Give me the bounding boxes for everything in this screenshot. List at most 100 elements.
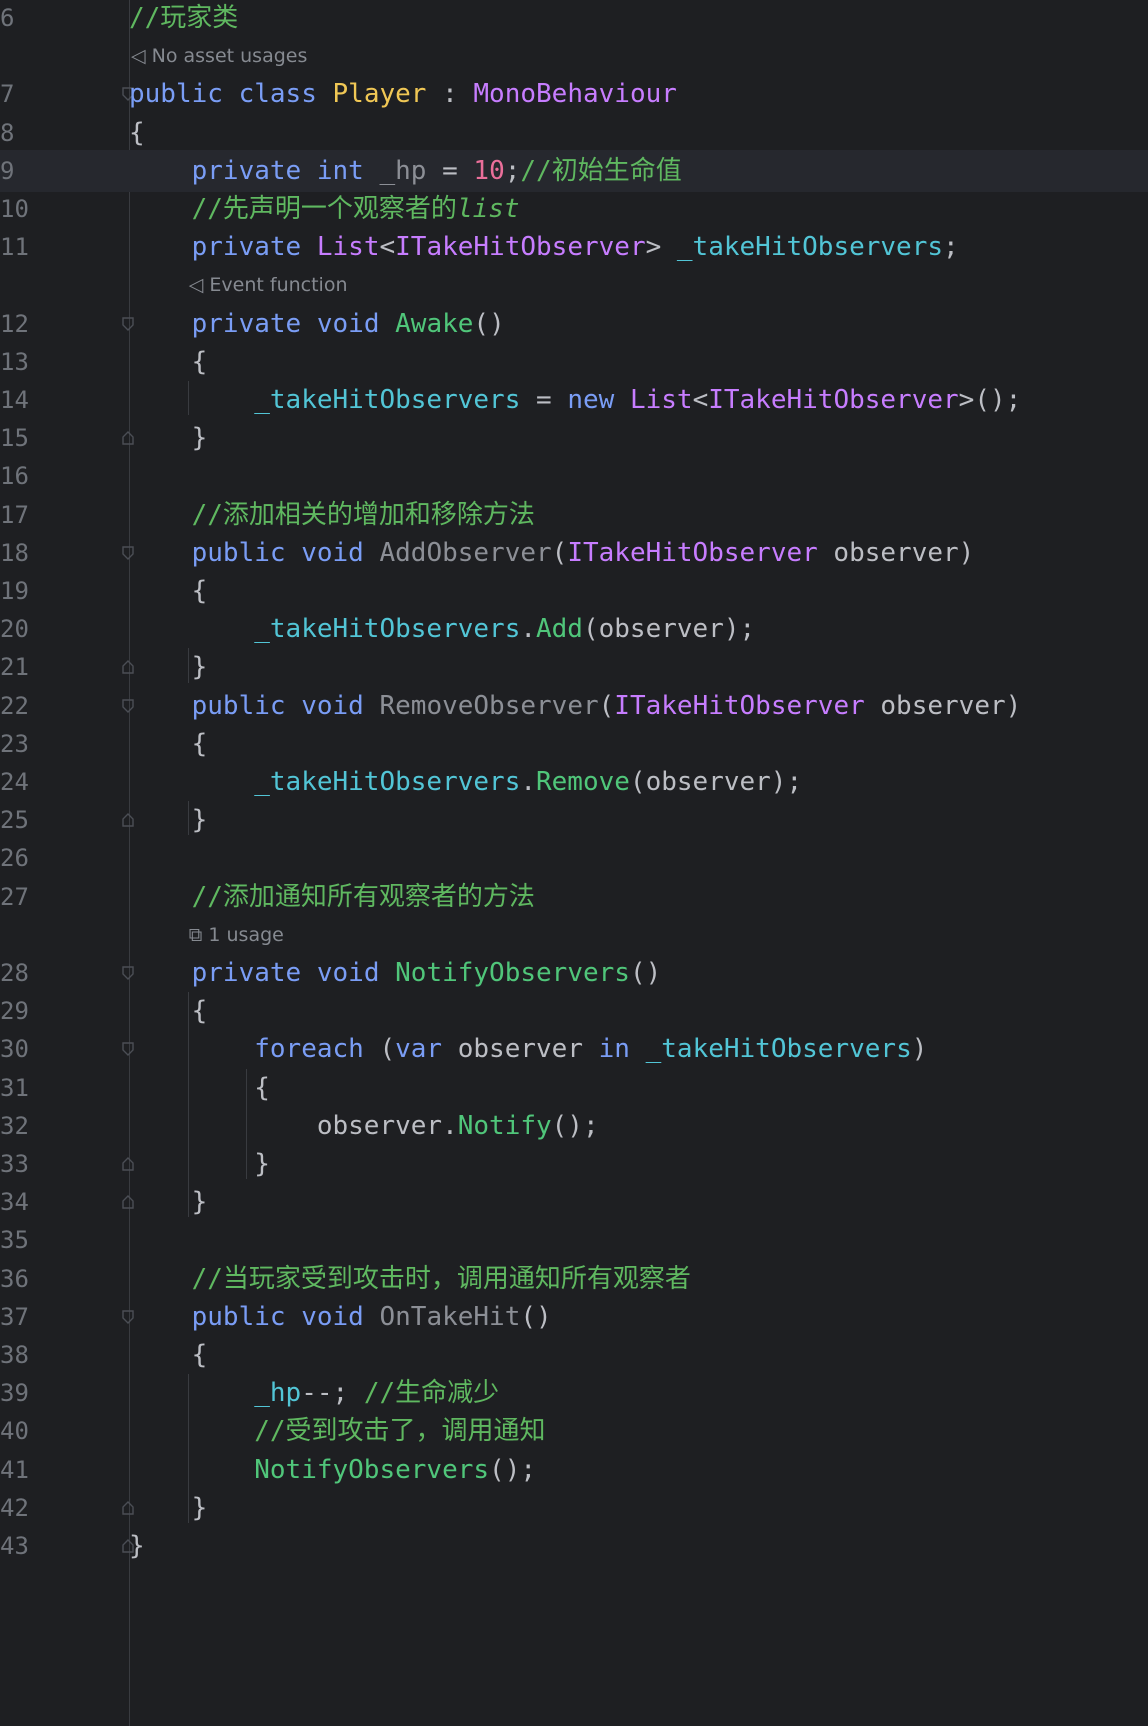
- code-line[interactable]: 26: [0, 837, 1148, 879]
- code-token: new: [567, 385, 615, 415]
- code-token: .: [520, 767, 536, 797]
- indent-guide: [187, 648, 189, 683]
- code-text: }: [129, 1149, 270, 1179]
- unity-icon: ◁: [188, 274, 204, 297]
- code-text: private int _hp = 10;//初始生命值: [129, 156, 682, 186]
- code-line[interactable]: 31 {: [0, 1067, 1148, 1109]
- line-number: 32: [0, 1111, 29, 1140]
- code-line[interactable]: 22 public void RemoveObserver(ITakeHitOb…: [0, 685, 1148, 727]
- code-line[interactable]: 36 //当玩家受到攻击时，调用通知所有观察者: [0, 1258, 1148, 1300]
- inlay-hint-row: ◁ No asset usages: [0, 35, 1148, 77]
- code-token: <: [692, 385, 709, 415]
- code-text: public class Player : MonoBehaviour: [129, 79, 677, 109]
- code-line[interactable]: 11 private List<ITakeHitObserver> _takeH…: [0, 226, 1148, 268]
- code-token: {: [129, 117, 145, 148]
- code-line[interactable]: 17 //添加相关的增加和移除方法: [0, 494, 1148, 536]
- code-token: Remove: [536, 767, 630, 797]
- line-number: 17: [0, 500, 29, 529]
- indent-guide: [187, 1374, 189, 1523]
- code-line[interactable]: 28 private void NotifyObservers(): [0, 952, 1148, 994]
- code-line[interactable]: 42 }: [0, 1487, 1148, 1529]
- code-line[interactable]: 8{: [0, 112, 1148, 154]
- code-token: {: [129, 1340, 208, 1370]
- line-number: 36: [0, 1264, 29, 1293]
- code-text: {: [129, 729, 208, 759]
- code-line[interactable]: 32 observer.Notify();: [0, 1105, 1148, 1147]
- inlay-hint[interactable]: ⧉ 1 usage: [189, 924, 284, 946]
- line-number: 24: [0, 768, 29, 796]
- code-token: private: [191, 232, 302, 263]
- code-token: MonoBehaviour: [473, 79, 677, 110]
- indent-guide: [187, 992, 189, 1218]
- code-token: ITakeHitObserver: [614, 690, 865, 721]
- code-line[interactable]: 25 }: [0, 799, 1148, 841]
- code-token: >: [645, 232, 677, 263]
- code-line[interactable]: 16: [0, 455, 1148, 497]
- code-token: }: [129, 1187, 208, 1218]
- code-token: (: [363, 1034, 396, 1065]
- line-number: 14: [0, 386, 29, 414]
- code-line[interactable]: 38 {: [0, 1334, 1148, 1376]
- code-line[interactable]: 43}: [0, 1525, 1148, 1567]
- usage-icon: ⧉: [188, 923, 203, 946]
- code-line[interactable]: 6 //玩家类: [0, 0, 1148, 39]
- code-line[interactable]: 29 {: [0, 990, 1148, 1032]
- line-number: 8: [0, 118, 15, 147]
- code-token: //先声明一个观察者的: [191, 194, 457, 224]
- inlay-hint[interactable]: ◁ Event function: [189, 274, 348, 296]
- code-token: ITakeHitObserver: [708, 385, 959, 415]
- code-line[interactable]: 14 _takeHitObservers = new List<ITakeHit…: [0, 379, 1148, 421]
- code-line[interactable]: 15 }: [0, 417, 1148, 459]
- code-line[interactable]: 33 }: [0, 1143, 1148, 1185]
- code-line[interactable]: 7 public class Player : MonoBehaviour: [0, 73, 1148, 115]
- code-token: }: [129, 652, 208, 683]
- code-text: _takeHitObservers = new List<ITakeHitObs…: [129, 385, 1021, 415]
- code-line[interactable]: 41 NotifyObservers();: [0, 1449, 1148, 1491]
- inlay-hint[interactable]: ◁ No asset usages: [131, 45, 307, 67]
- code-token: int: [316, 155, 364, 186]
- code-text: private void NotifyObservers(): [129, 958, 662, 988]
- code-line[interactable]: 40 //受到攻击了，调用通知: [0, 1410, 1148, 1452]
- code-line[interactable]: 27 //添加通知所有观察者的方法: [0, 876, 1148, 918]
- code-line[interactable]: 9 private int _hp = 10;//初始生命值: [0, 149, 1148, 192]
- code-line[interactable]: 13 {: [0, 341, 1148, 383]
- code-line[interactable]: 34 }: [0, 1181, 1148, 1223]
- code-token: ;: [943, 232, 959, 263]
- code-token: _hp: [254, 1378, 302, 1409]
- code-line[interactable]: 21 }: [0, 646, 1148, 688]
- code-line[interactable]: 35: [0, 1219, 1148, 1261]
- code-line[interactable]: 23 {: [0, 723, 1148, 765]
- code-line[interactable]: 10 //先声明一个观察者的list: [0, 188, 1148, 230]
- code-token: List: [316, 232, 380, 263]
- code-line[interactable]: 20 _takeHitObservers.Add(observer);: [0, 608, 1148, 650]
- code-line[interactable]: 18 public void AddObserver(ITakeHitObser…: [0, 532, 1148, 574]
- code-editor[interactable]: 6//玩家类 ◁ No asset usages 7 public class Play…: [0, 0, 1148, 1726]
- code-token: {: [129, 346, 208, 377]
- line-number: 35: [0, 1226, 29, 1255]
- code-token: public: [129, 79, 223, 110]
- code-text: private List<ITakeHitObserver> _takeHitO…: [129, 232, 959, 262]
- code-line[interactable]: 19 {: [0, 570, 1148, 612]
- inlay-hint-row: ⧉ 1 usage: [0, 914, 1148, 956]
- line-number: 37: [0, 1302, 29, 1331]
- code-token: void: [301, 1301, 364, 1332]
- code-line[interactable]: 24 _takeHitObservers.Remove(observer);: [0, 761, 1148, 803]
- code-token: <: [379, 232, 396, 263]
- line-number: 10: [0, 195, 29, 223]
- code-token: Player: [332, 79, 427, 110]
- code-line[interactable]: 39 _hp--; //生命减少: [0, 1372, 1148, 1414]
- code-line[interactable]: 12 private void Awake(): [0, 303, 1148, 345]
- code-line[interactable]: 30 foreach (var observer in _takeHitObse…: [0, 1028, 1148, 1070]
- code-line[interactable]: 37 public void OnTakeHit(): [0, 1296, 1148, 1338]
- code-token: Awake: [395, 308, 474, 339]
